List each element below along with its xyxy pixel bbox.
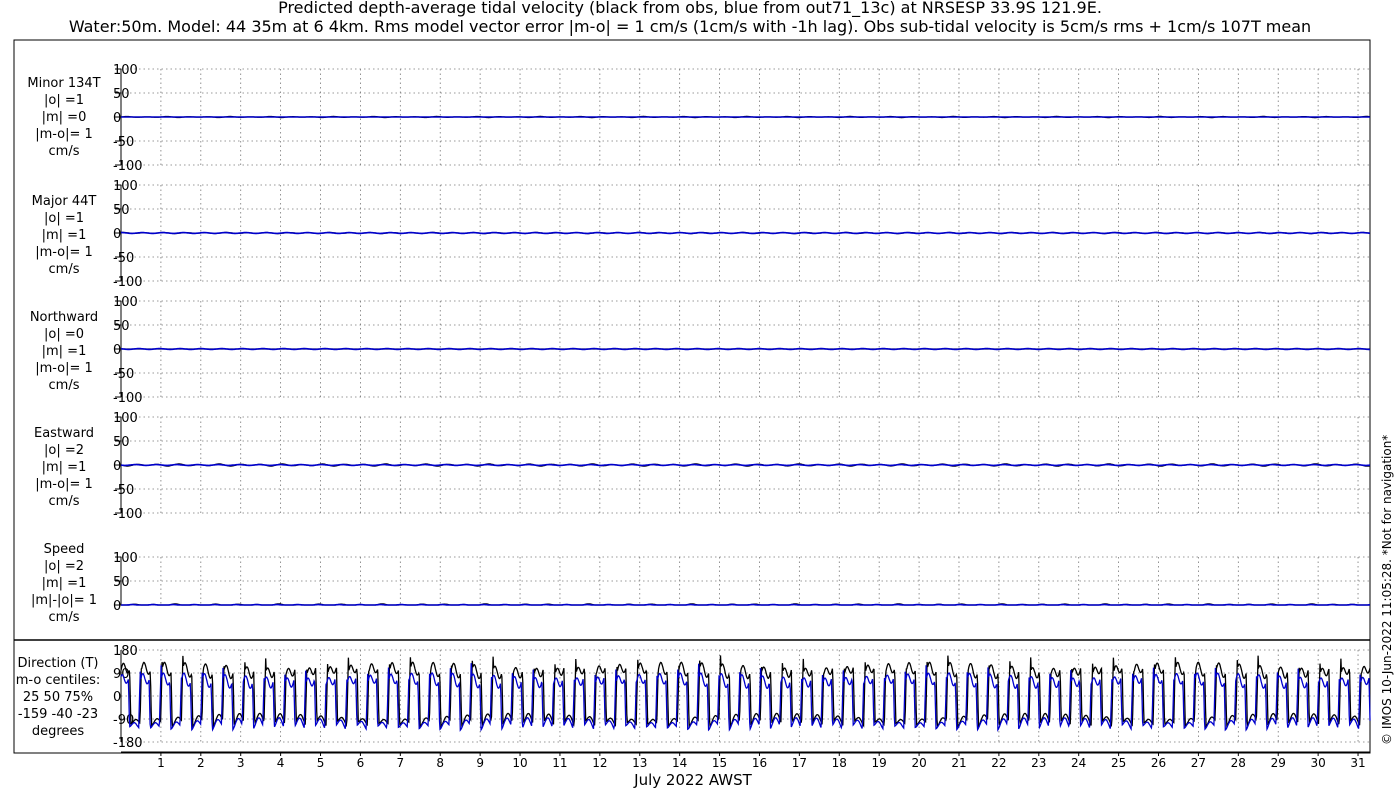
x-tick-label: 28 xyxy=(1231,756,1246,770)
y-tick-label: 100 xyxy=(113,179,138,194)
panel-label-line: |o| =2 xyxy=(44,559,84,574)
x-tick-label: 16 xyxy=(752,756,767,770)
credit-note: © IMOS 10-Jun-2022 11:05:28. *Not for na… xyxy=(1380,434,1394,745)
panel-label-line: Northward xyxy=(30,310,98,325)
y-tick-label: 180 xyxy=(113,644,138,659)
y-tick-label: 100 xyxy=(113,411,138,426)
x-tick-label: 31 xyxy=(1350,756,1365,770)
y-tick-label: -100 xyxy=(113,507,143,522)
panel-label-line: Major 44T xyxy=(32,194,97,209)
x-tick-label: 5 xyxy=(317,756,325,770)
direction-label-line: degrees xyxy=(32,724,85,739)
model-series-line xyxy=(121,231,1371,235)
panel-label-line: cm/s xyxy=(49,144,80,159)
panel-label-line: |m| =1 xyxy=(42,576,87,591)
panel-label-line: |o| =1 xyxy=(44,93,84,108)
x-tick-label: 1 xyxy=(157,756,165,770)
figure-frame xyxy=(13,39,1371,754)
x-tick-label: 24 xyxy=(1071,756,1086,770)
panel-label-line: |m-o|= 1 xyxy=(35,245,93,260)
direction-label-line: Direction (T) xyxy=(18,656,99,671)
model-series-line xyxy=(120,463,1371,467)
x-tick-label: 20 xyxy=(911,756,926,770)
x-tick-label: 19 xyxy=(872,756,887,770)
y-tick-label: -100 xyxy=(113,391,143,406)
y-tick-label: -100 xyxy=(113,275,143,290)
y-tick-label: -50 xyxy=(113,135,134,150)
direction-label-line: 25 50 75% xyxy=(23,690,93,705)
x-tick-label: 30 xyxy=(1310,756,1325,770)
panel-label-line: |m|-|o|= 1 xyxy=(31,593,97,608)
panel-label-line: |m-o|= 1 xyxy=(35,361,93,376)
y-tick-label: 0 xyxy=(113,599,121,614)
panel-label-line: |m| =1 xyxy=(42,460,87,475)
x-tick-label: 8 xyxy=(436,756,444,770)
y-tick-label: 0 xyxy=(113,111,121,126)
y-tick-label: 100 xyxy=(113,295,138,310)
x-tick-label: 2 xyxy=(197,756,205,770)
panel-label-line: cm/s xyxy=(49,494,80,509)
y-tick-label: -50 xyxy=(113,483,134,498)
panel-label-line: |m| =1 xyxy=(42,228,87,243)
x-tick-label: 18 xyxy=(832,756,847,770)
panel-label-line: cm/s xyxy=(49,610,80,625)
panel-label-line: |m-o|= 1 xyxy=(35,127,93,142)
x-tick-label: 25 xyxy=(1111,756,1126,770)
y-tick-label: -180 xyxy=(113,736,143,751)
direction-label-line: m-o centiles: xyxy=(16,673,101,688)
model-series-line xyxy=(120,347,1370,351)
x-tick-label: 10 xyxy=(512,756,527,770)
x-tick-label: 3 xyxy=(237,756,245,770)
panel-label-line: |m| =1 xyxy=(42,344,87,359)
y-tick-label: 0 xyxy=(113,343,121,358)
panel-label-line: cm/s xyxy=(49,262,80,277)
y-tick-label: 0 xyxy=(113,459,121,474)
direction-label-line: -159 -40 -23 xyxy=(18,707,98,722)
x-tick-label: 11 xyxy=(552,756,567,770)
y-tick-label: -100 xyxy=(113,159,143,174)
panel-label-line: |m| =0 xyxy=(42,110,87,125)
y-tick-label: -50 xyxy=(113,367,134,382)
y-tick-label: 0 xyxy=(113,690,121,705)
x-axis-label: July 2022 AWST xyxy=(633,771,752,789)
x-tick-label: 6 xyxy=(357,756,365,770)
panel-label-line: Speed xyxy=(44,542,85,557)
x-tick-label: 21 xyxy=(951,756,966,770)
tidal-velocity-figure: 100500-50-100Minor 134T|o| =1|m| =0|m-o|… xyxy=(13,39,1371,789)
panel-label-line: cm/s xyxy=(49,378,80,393)
x-tick-label: 27 xyxy=(1191,756,1206,770)
panel-label-line: |o| =0 xyxy=(44,327,84,342)
y-tick-label: -50 xyxy=(113,251,134,266)
x-tick-label: 22 xyxy=(991,756,1006,770)
x-tick-label: 15 xyxy=(712,756,727,770)
x-tick-label: 26 xyxy=(1151,756,1166,770)
x-tick-label: 17 xyxy=(792,756,807,770)
panel-label-line: Eastward xyxy=(34,426,94,441)
y-tick-label: 100 xyxy=(113,63,138,78)
x-tick-label: 7 xyxy=(397,756,405,770)
panel-label-line: |o| =2 xyxy=(44,443,84,458)
y-tick-label: 100 xyxy=(113,551,138,566)
x-tick-label: 13 xyxy=(632,756,647,770)
x-tick-label: 23 xyxy=(1031,756,1046,770)
x-tick-label: 14 xyxy=(672,756,687,770)
panel-label-line: |o| =1 xyxy=(44,211,84,226)
y-tick-label: 0 xyxy=(113,227,121,242)
x-tick-label: 4 xyxy=(277,756,285,770)
x-tick-label: 9 xyxy=(476,756,484,770)
panel-label-line: |m-o|= 1 xyxy=(35,477,93,492)
panel-label-line: Minor 134T xyxy=(27,76,100,91)
x-tick-label: 12 xyxy=(592,756,607,770)
x-tick-label: 29 xyxy=(1271,756,1286,770)
